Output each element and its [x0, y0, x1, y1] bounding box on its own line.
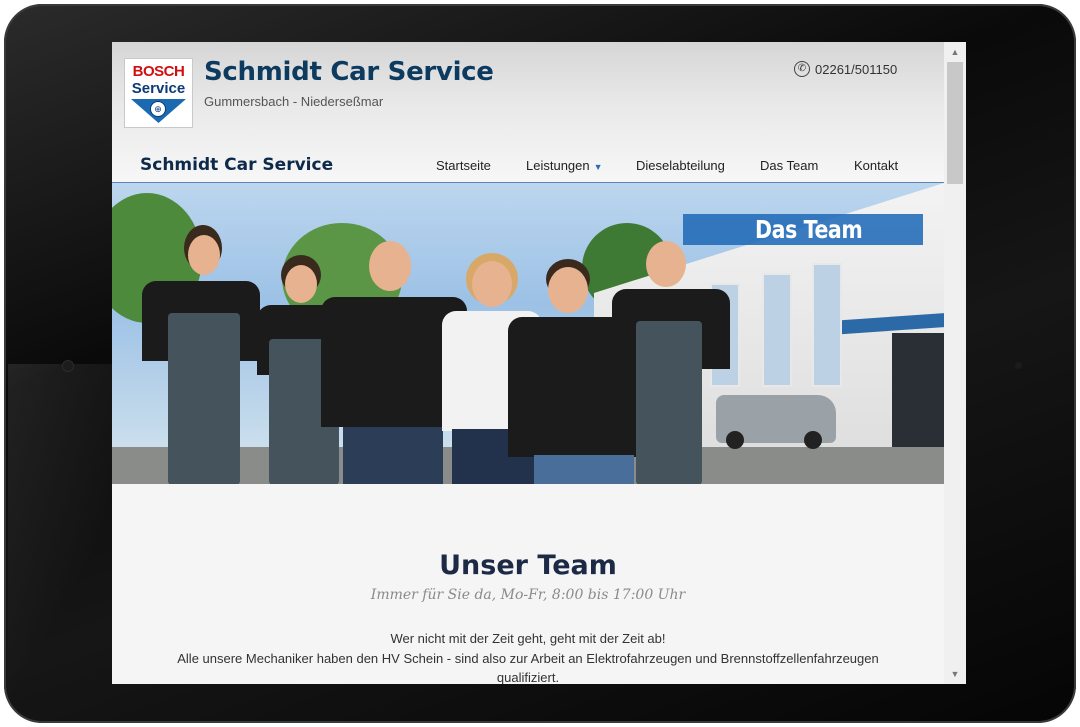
building-window — [762, 273, 792, 387]
member-face — [646, 241, 686, 287]
scroll-up-icon[interactable]: ▲ — [944, 42, 966, 62]
paragraph-line: Alle unsere Mechaniker haben den HV Sche… — [177, 651, 879, 666]
nav-item-label: Leistungen — [526, 158, 590, 173]
nav-brand[interactable]: Schmidt Car Service — [140, 155, 333, 175]
member-pants — [534, 455, 634, 484]
member-face — [548, 267, 588, 313]
nav-item-startseite[interactable]: Startseite — [436, 158, 491, 173]
paragraph-line: Wer nicht mit der Zeit geht, geht mit de… — [390, 631, 666, 646]
member-face — [472, 261, 512, 307]
nav-item-das-team[interactable]: Das Team — [760, 158, 818, 173]
section-subtitle: Immer für Sie da, Mo-Fr, 8:00 bis 17:00 … — [370, 587, 686, 603]
scroll-down-icon[interactable]: ▼ — [944, 664, 966, 684]
nav-item-dieselabteilung[interactable]: Dieselabteilung — [636, 158, 725, 173]
main-navigation: Schmidt Car Service Startseite Leistunge… — [112, 141, 944, 182]
nav-item-leistungen[interactable]: Leistungen ▼ — [526, 158, 603, 173]
car-wheel — [804, 431, 822, 449]
bosch-emblem-icon: ⊕ — [150, 101, 166, 117]
member-overall — [168, 313, 240, 484]
team-photo: Das Team — [112, 183, 944, 484]
phone-link[interactable]: ✆ 02261/501150 — [794, 61, 897, 77]
member-overall — [636, 321, 702, 484]
phone-number: 02261/501150 — [815, 61, 898, 77]
section-title: Unser Team — [439, 550, 617, 581]
page-banner-title: Das Team — [755, 215, 863, 244]
paragraph-line: qualifiziert. — [496, 670, 560, 684]
website: BOSCH Service ⊕ Schmidt Car Service Gumm… — [112, 42, 944, 684]
sensor-icon — [1015, 362, 1022, 369]
building-window — [812, 263, 842, 387]
building-garage — [892, 333, 944, 453]
scrollbar-thumb[interactable] — [947, 62, 963, 184]
bosch-service-logo[interactable]: BOSCH Service ⊕ — [124, 58, 193, 128]
nav-item-kontakt[interactable]: Kontakt — [854, 158, 898, 173]
team-content: Unser Team Immer für Sie da, Mo-Fr, 8:00… — [112, 484, 944, 684]
member-face — [285, 265, 317, 303]
browser-viewport: BOSCH Service ⊕ Schmidt Car Service Gumm… — [112, 42, 966, 684]
page-banner: Das Team — [683, 214, 923, 245]
phone-icon: ✆ — [794, 61, 810, 77]
site-title[interactable]: Schmidt Car Service — [204, 57, 494, 87]
member-face — [188, 235, 220, 275]
vertical-scrollbar[interactable]: ▲ ▼ — [944, 42, 966, 684]
logo-text-bosch: BOSCH — [132, 63, 185, 80]
camera-icon — [62, 360, 74, 372]
logo-text-service: Service — [131, 80, 186, 97]
caret-down-icon: ▼ — [593, 162, 603, 172]
site-subtitle: Gummersbach - Niederseßmar — [204, 94, 384, 109]
photo-car — [716, 395, 836, 449]
member-pants — [343, 427, 443, 484]
frame-gloss — [8, 364, 128, 724]
car-wheel — [726, 431, 744, 449]
site-header: BOSCH Service ⊕ Schmidt Car Service Gumm… — [112, 42, 944, 183]
member-face — [369, 241, 411, 291]
